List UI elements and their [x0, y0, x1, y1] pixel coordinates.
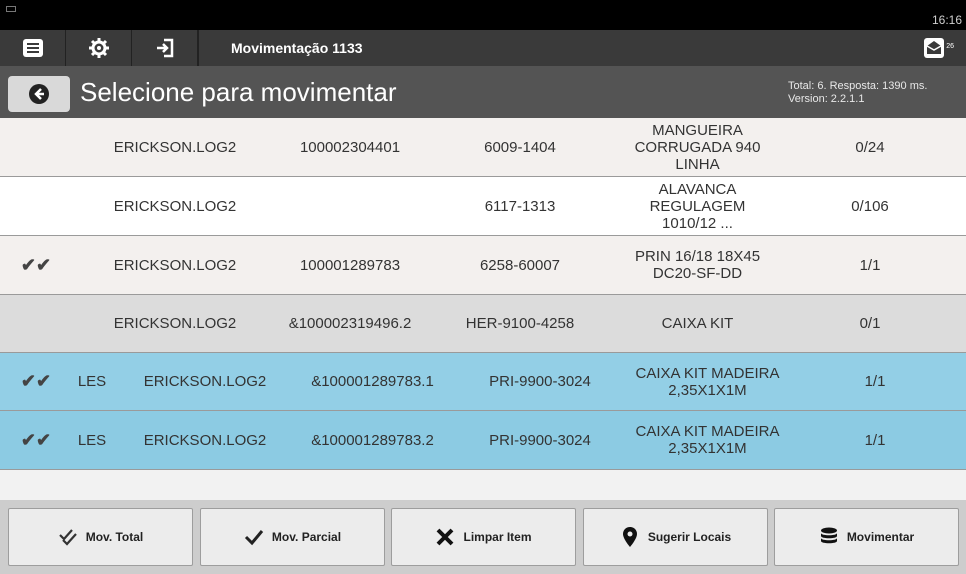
- screen-title: Movimentação 1133: [198, 30, 926, 66]
- movimentar-button[interactable]: Movimentar: [774, 508, 959, 566]
- moved-check-icon: ✔✔: [20, 371, 52, 391]
- double-check-icon: [58, 527, 78, 547]
- quantity-cell: 0/1: [859, 315, 881, 332]
- quantity-cell: 0/106: [851, 197, 889, 215]
- moved-check-icon: [10, 177, 62, 235]
- moved-check-icon: ✔✔: [20, 429, 52, 450]
- back-arrow-icon: [29, 84, 49, 104]
- status-bar: 16:16: [0, 0, 966, 30]
- quantity-cell: 0/24: [855, 138, 885, 156]
- action-bar: Mov. Total Mov. Parcial Limpar Item Suge…: [0, 500, 966, 574]
- moved-check-icon: [10, 295, 62, 352]
- description-cell: CAIXA KIT: [661, 315, 734, 332]
- sugerir-locais-label: Sugerir Locais: [647, 530, 732, 544]
- map-marker-icon: [620, 527, 640, 547]
- user-cell: ERICKSON.LOG2: [113, 315, 237, 332]
- code-cell: 6009-1404: [484, 138, 556, 156]
- list-item[interactable]: ERICKSON.LOG2 100002304401 6009-1404 MAN…: [0, 118, 966, 177]
- mov-total-label: Mov. Total: [85, 530, 144, 544]
- lot-cell: 100001289783: [299, 256, 401, 274]
- settings-button[interactable]: [66, 30, 132, 66]
- list-item[interactable]: ✔✔ LES ERICKSON.LOG2 &100001289783.2 PRI…: [0, 411, 966, 470]
- lot-cell: 100002304401: [299, 138, 401, 156]
- user-cell: ERICKSON.LOG2: [143, 373, 267, 390]
- description-cell: PRIN 16/18 18X45 DC20-SF-DD: [634, 248, 761, 282]
- mov-total-button[interactable]: Mov. Total: [8, 508, 193, 566]
- total-response-text: Total: 6. Resposta: 1390 ms.: [788, 80, 928, 92]
- user-cell: ERICKSON.LOG2: [113, 138, 237, 156]
- mov-parcial-button[interactable]: Mov. Parcial: [200, 508, 385, 566]
- user-cell: ERICKSON.LOG2: [113, 197, 237, 215]
- description-cell: CAIXA KIT MADEIRA 2,35X1X1M: [635, 423, 780, 457]
- sugerir-locais-button[interactable]: Sugerir Locais: [583, 508, 768, 566]
- lot-cell: &100002319496.2: [288, 315, 412, 332]
- mov-parcial-label: Mov. Parcial: [271, 530, 342, 544]
- back-button[interactable]: [8, 76, 70, 112]
- quantity-cell: 1/1: [864, 431, 886, 449]
- user-cell: ERICKSON.LOG2: [143, 431, 267, 449]
- list-item[interactable]: ERICKSON.LOG2 &100002319496.2 HER-9100-4…: [0, 295, 966, 353]
- quantity-cell: 1/1: [864, 373, 886, 390]
- code-cell: HER-9100-4258: [465, 315, 575, 332]
- mail-icon: [924, 38, 944, 58]
- description-cell: CAIXA KIT MADEIRA 2,35X1X1M: [635, 364, 780, 399]
- movimentar-label: Movimentar: [846, 530, 915, 544]
- messages-button[interactable]: 26: [924, 37, 954, 59]
- description-cell: MANGUEIRA CORRUGADA 940 LINHA: [634, 121, 761, 173]
- user-cell: ERICKSON.LOG2: [113, 256, 237, 274]
- code-cell: PRI-9900-3024: [489, 373, 591, 390]
- lot-cell: [270, 177, 430, 235]
- list-item[interactable]: ERICKSON.LOG2 6117-1313 ALAVANCA REGULAG…: [0, 177, 966, 236]
- list-item[interactable]: ✔✔ LES ERICKSON.LOG2 &100001289783.1 PRI…: [0, 353, 966, 411]
- sign-in-button[interactable]: [132, 30, 198, 66]
- page-header: Selecione para movimentar Total: 6. Resp…: [0, 66, 966, 118]
- limpar-item-button[interactable]: Limpar Item: [391, 508, 576, 566]
- app-toolbar: Movimentação 1133 26: [0, 30, 966, 66]
- limpar-item-label: Limpar Item: [463, 530, 532, 544]
- database-icon: [819, 527, 839, 547]
- lot-cell: &100001289783.2: [311, 431, 434, 449]
- list-item[interactable]: ✔✔ ERICKSON.LOG2 100001289783 6258-60007…: [0, 236, 966, 295]
- menu-button[interactable]: [0, 30, 66, 66]
- page-title: Selecione para movimentar: [80, 77, 397, 107]
- version-text: Version: 2.2.1.1: [788, 93, 865, 105]
- x-icon: [435, 527, 455, 547]
- list-empty-area: [0, 470, 966, 500]
- response-info: Total: 6. Resposta: 1390 ms. Version: 2.…: [788, 80, 958, 106]
- code-cell: 6258-60007: [479, 256, 561, 274]
- code-cell: 6117-1313: [484, 197, 556, 215]
- description-cell: ALAVANCA REGULAGEM 1010/12 ...: [649, 180, 746, 232]
- sign-in-icon: [156, 38, 173, 58]
- code-cell: PRI-9900-3024: [489, 431, 591, 449]
- warehouse-cell: LES: [77, 431, 107, 449]
- quantity-cell: 1/1: [859, 256, 881, 274]
- warehouse-cell: LES: [77, 373, 107, 390]
- gear-icon: [88, 38, 109, 58]
- mail-count-badge: 26: [946, 43, 954, 50]
- moved-check-icon: [10, 118, 62, 176]
- menu-icon: [22, 39, 43, 57]
- items-list: ERICKSON.LOG2 100002304401 6009-1404 MAN…: [0, 118, 966, 470]
- clock: 16:16: [931, 13, 962, 27]
- lot-cell: &100001289783.1: [311, 373, 434, 390]
- check-icon: [244, 527, 264, 547]
- moved-check-icon: ✔✔: [20, 254, 52, 275]
- keyboard-icon: [6, 6, 16, 12]
